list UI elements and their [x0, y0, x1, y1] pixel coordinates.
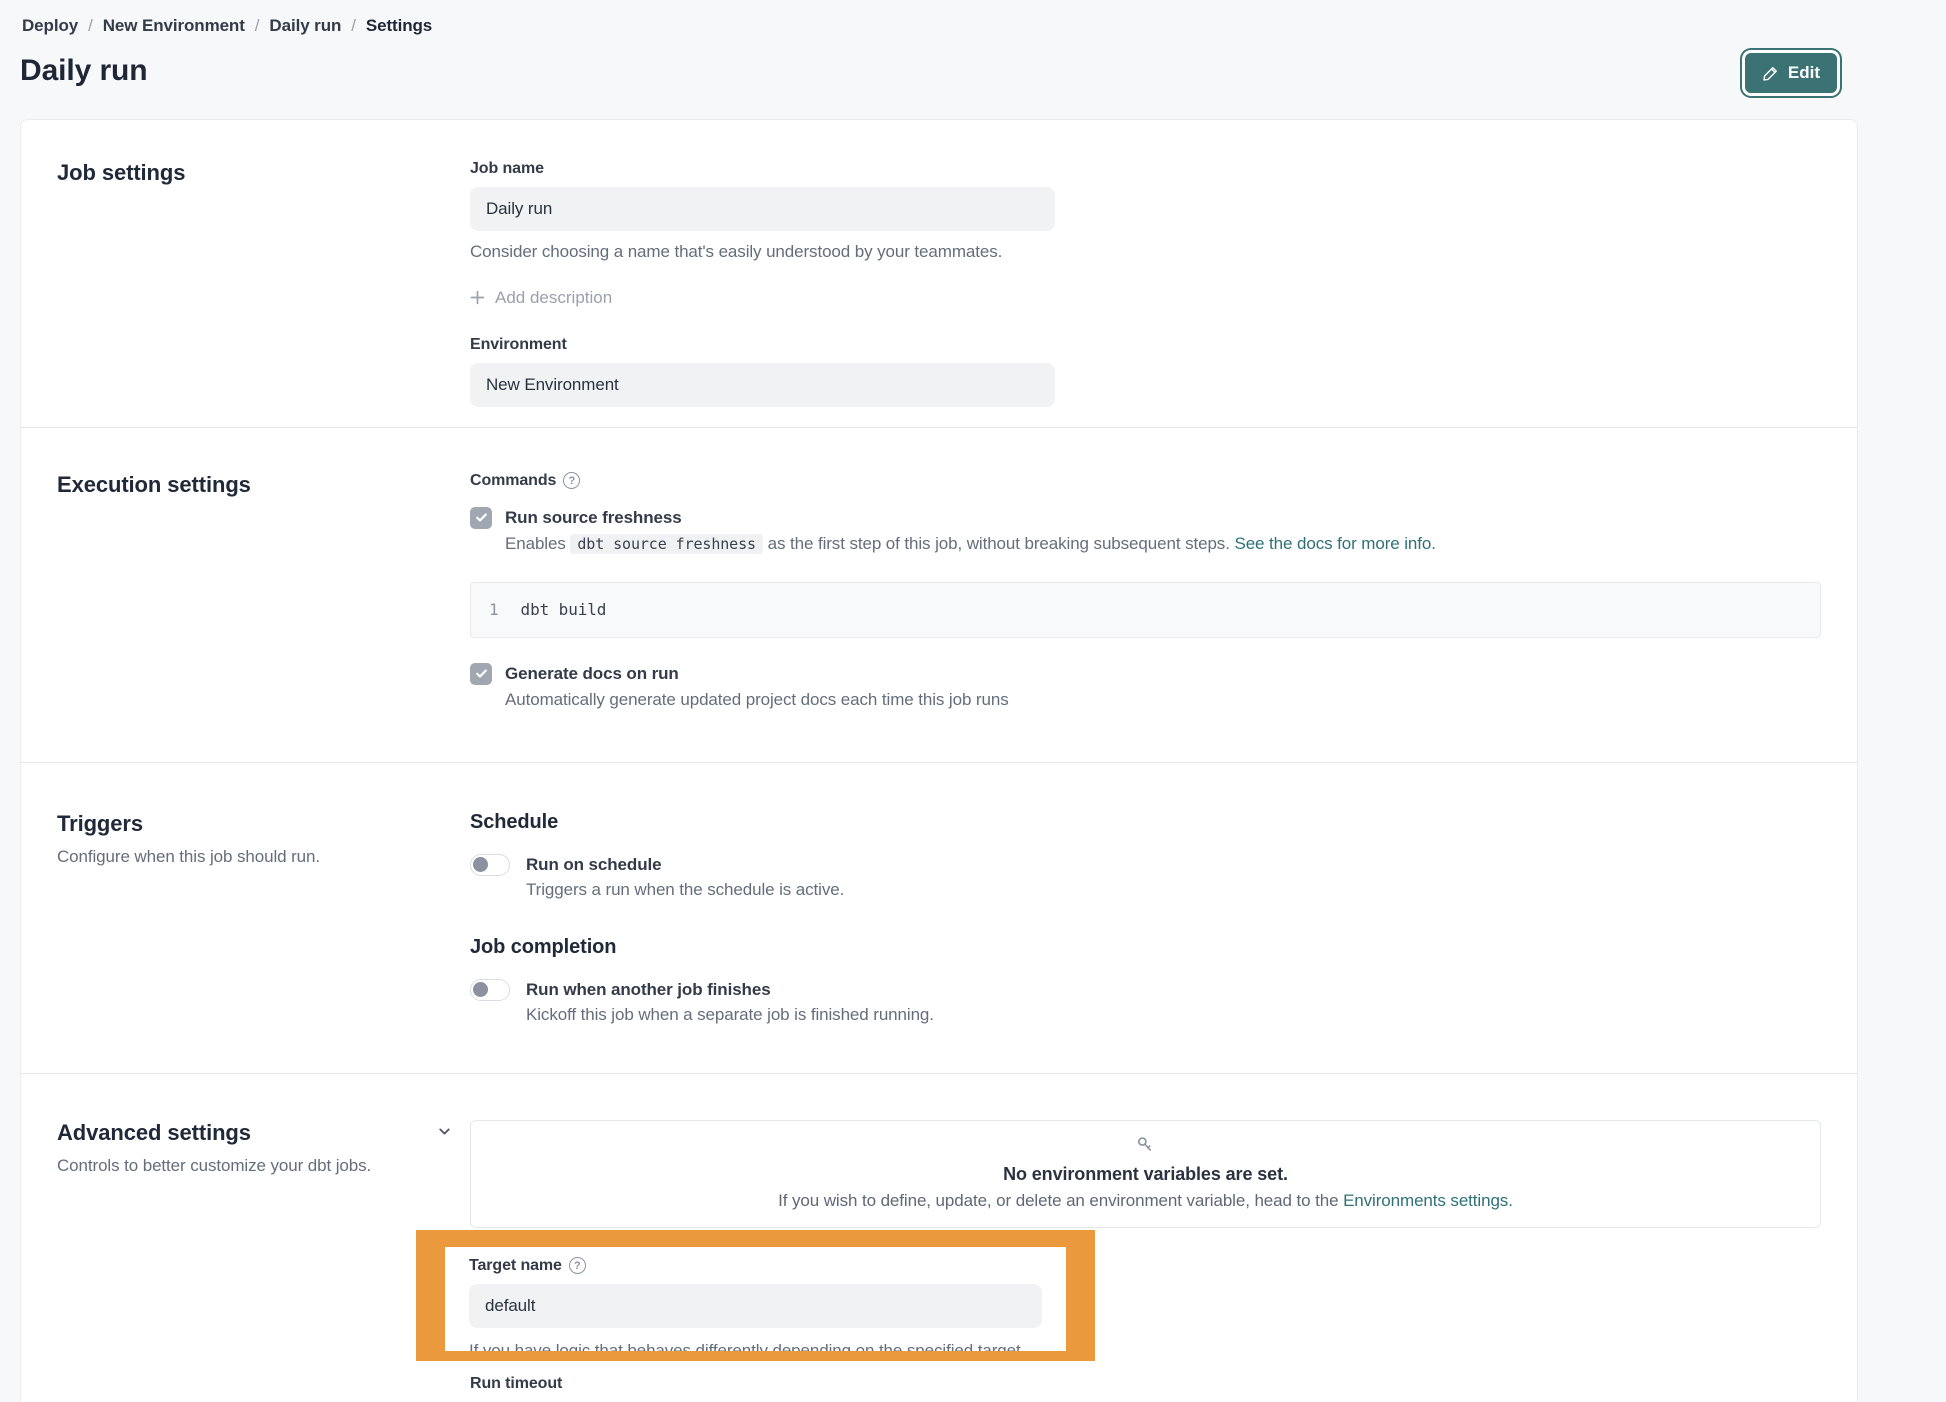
job-name-helper: Consider choosing a name that's easily u…	[470, 241, 1821, 264]
execution-settings-heading: Execution settings	[57, 472, 470, 498]
env-vars-text: If you wish to define, update, or delete…	[778, 1191, 1338, 1210]
run-source-freshness-label: Run source freshness	[505, 506, 682, 528]
add-description-label: Add description	[495, 288, 612, 308]
section-advanced-settings: Advanced settings Controls to better cus…	[21, 1074, 1857, 1402]
commands-label: Commands	[470, 472, 556, 490]
section-triggers: Triggers Configure when this job should …	[21, 763, 1857, 1073]
run-on-schedule-row: Run on schedule	[470, 854, 1821, 876]
section-job-settings: Job settings Job name Daily run Consider…	[21, 120, 1857, 427]
run-on-schedule-toggle[interactable]	[470, 854, 510, 876]
editor-code: dbt build	[521, 600, 607, 619]
commands-label-row: Commands ?	[470, 472, 1821, 490]
chevron-down-icon[interactable]	[437, 1124, 452, 1144]
target-name-label: Target name	[469, 1257, 562, 1275]
generate-docs-row: Generate docs on run	[470, 662, 1821, 685]
add-description-button[interactable]: Add description	[470, 288, 612, 308]
target-name-label-row: Target name ?	[469, 1257, 1042, 1275]
job-completion-heading: Job completion	[470, 936, 1821, 959]
job-name-input[interactable]: Daily run	[470, 187, 1055, 231]
run-when-job-finishes-row: Run when another job finishes	[470, 979, 1821, 1001]
breadcrumb-settings[interactable]: Settings	[366, 16, 432, 36]
plus-icon	[470, 290, 485, 305]
page-header: Daily run Edit	[0, 36, 1946, 93]
target-name-field: Target name ? default If you have logic …	[445, 1247, 1066, 1351]
schedule-heading: Schedule	[470, 811, 1821, 834]
run-when-job-finishes-toggle[interactable]	[470, 979, 510, 1001]
breadcrumb-separator: /	[88, 16, 93, 36]
toggle-knob	[473, 982, 488, 997]
environment-field: Environment New Environment	[470, 336, 1821, 407]
target-name-helper: If you have logic that behaves different…	[469, 1340, 1042, 1351]
run-source-freshness-desc: Enables dbt source freshness as the firs…	[505, 534, 1821, 554]
run-when-job-finishes-desc: Kickoff this job when a separate job is …	[526, 1005, 1821, 1025]
job-settings-heading-col: Job settings	[57, 160, 470, 407]
toggle-knob	[473, 857, 488, 872]
generate-docs-label: Generate docs on run	[505, 662, 679, 684]
advanced-settings-heading: Advanced settings	[57, 1120, 470, 1146]
edit-button[interactable]: Edit	[1745, 53, 1837, 93]
job-settings-heading: Job settings	[57, 160, 470, 186]
generate-docs-checkbox[interactable]	[470, 663, 492, 685]
triggers-heading: Triggers	[57, 811, 470, 837]
desc-text: as the first step of this job, without b…	[768, 534, 1230, 553]
run-source-freshness-checkbox[interactable]	[470, 507, 492, 529]
breadcrumb-job[interactable]: Daily run	[269, 16, 341, 36]
commands-editor[interactable]: 1 dbt build	[470, 582, 1821, 638]
run-timeout-field: Run timeout Never Maximum number of seco…	[470, 1375, 1821, 1402]
environments-settings-link[interactable]: Environments settings.	[1343, 1191, 1513, 1210]
breadcrumb-environment[interactable]: New Environment	[103, 16, 245, 36]
pencil-icon	[1762, 65, 1779, 82]
checkmark-icon	[475, 511, 488, 524]
job-name-field: Job name Daily run Consider choosing a n…	[470, 160, 1821, 264]
settings-card: Job settings Job name Daily run Consider…	[20, 119, 1858, 1402]
run-on-schedule-desc: Triggers a run when the schedule is acti…	[526, 880, 1821, 900]
env-vars-desc: If you wish to define, update, or delete…	[491, 1191, 1800, 1211]
environment-input[interactable]: New Environment	[470, 363, 1055, 407]
annotation-highlight: Target name ? default If you have logic …	[416, 1230, 1095, 1361]
breadcrumb-separator: /	[255, 16, 260, 36]
triggers-subtitle: Configure when this job should run.	[57, 847, 470, 867]
environment-variables-box: No environment variables are set. If you…	[470, 1120, 1821, 1228]
section-execution-settings: Execution settings Commands ? Run source…	[21, 428, 1857, 762]
environment-label: Environment	[470, 336, 1821, 354]
advanced-settings-subtitle: Controls to better customize your dbt jo…	[57, 1156, 470, 1176]
breadcrumb-separator: /	[351, 16, 356, 36]
code-chip: dbt source freshness	[570, 534, 763, 554]
env-vars-title: No environment variables are set.	[491, 1164, 1800, 1185]
run-timeout-label: Run timeout	[470, 1375, 1821, 1393]
desc-text: Enables	[505, 534, 566, 553]
help-icon[interactable]: ?	[563, 472, 580, 489]
edit-button-label: Edit	[1788, 63, 1820, 83]
generate-docs-desc: Automatically generate updated project d…	[505, 690, 1821, 710]
editor-line-number: 1	[489, 600, 499, 619]
checkmark-icon	[475, 667, 488, 680]
page-title: Daily run	[20, 54, 147, 88]
docs-link[interactable]: See the docs for more info.	[1234, 534, 1435, 553]
help-icon[interactable]: ?	[569, 1257, 586, 1274]
run-when-job-finishes-label: Run when another job finishes	[526, 980, 771, 1000]
job-name-label: Job name	[470, 160, 1821, 178]
breadcrumb: Deploy / New Environment / Daily run / S…	[0, 0, 1946, 36]
key-icon	[1134, 1134, 1157, 1162]
breadcrumb-deploy[interactable]: Deploy	[22, 16, 78, 36]
run-source-freshness-row: Run source freshness	[470, 506, 1821, 529]
run-on-schedule-label: Run on schedule	[526, 855, 661, 875]
target-name-input[interactable]: default	[469, 1284, 1042, 1328]
